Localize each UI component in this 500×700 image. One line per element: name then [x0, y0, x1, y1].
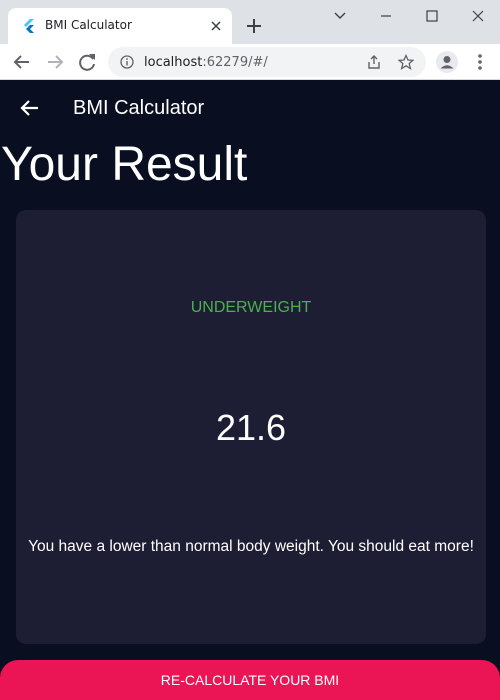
arrow-left-icon[interactable] [11, 51, 33, 73]
url-text: localhost:62279/#/ [144, 55, 268, 70]
tab-title: BMI Calculator [45, 18, 132, 32]
window-close-icon[interactable] [468, 6, 488, 26]
info-icon[interactable] [120, 55, 134, 69]
bmi-advice: You have a lower than normal body weight… [28, 538, 474, 555]
flutter-icon [24, 19, 34, 33]
person-icon[interactable] [436, 51, 458, 73]
recalculate-button[interactable]: RE-CALCULATE YOUR BMI [0, 660, 500, 700]
bmi-value: 21.6 [215, 407, 287, 448]
arrow-left-icon[interactable] [18, 96, 42, 120]
browser-tab-strip: BMI Calculator [0, 0, 500, 44]
app-bar: BMI Calculator [0, 80, 500, 136]
plus-icon[interactable] [244, 16, 264, 36]
chevron-down-icon[interactable] [330, 6, 350, 26]
close-icon[interactable] [207, 17, 225, 35]
bmi-category: UNDERWEIGHT [190, 299, 312, 316]
result-card: UNDERWEIGHT 21.6 You have a lower than n… [16, 210, 486, 644]
minimize-icon[interactable] [376, 6, 396, 26]
browser-toolbar: localhost:62279/#/ [0, 44, 500, 80]
arrow-right-icon[interactable] [44, 51, 66, 73]
share-icon[interactable] [366, 54, 382, 70]
browser-tab[interactable]: BMI Calculator [8, 8, 232, 44]
app-bar-title: BMI Calculator [73, 97, 205, 119]
reload-icon[interactable] [76, 51, 98, 73]
star-icon[interactable] [398, 54, 414, 70]
more-vert-icon[interactable] [470, 51, 490, 73]
recalculate-button-label: RE-CALCULATE YOUR BMI [160, 672, 340, 688]
page-title: Your Result [1, 138, 248, 191]
address-bar[interactable]: localhost:62279/#/ [108, 47, 426, 77]
maximize-icon[interactable] [422, 6, 442, 26]
